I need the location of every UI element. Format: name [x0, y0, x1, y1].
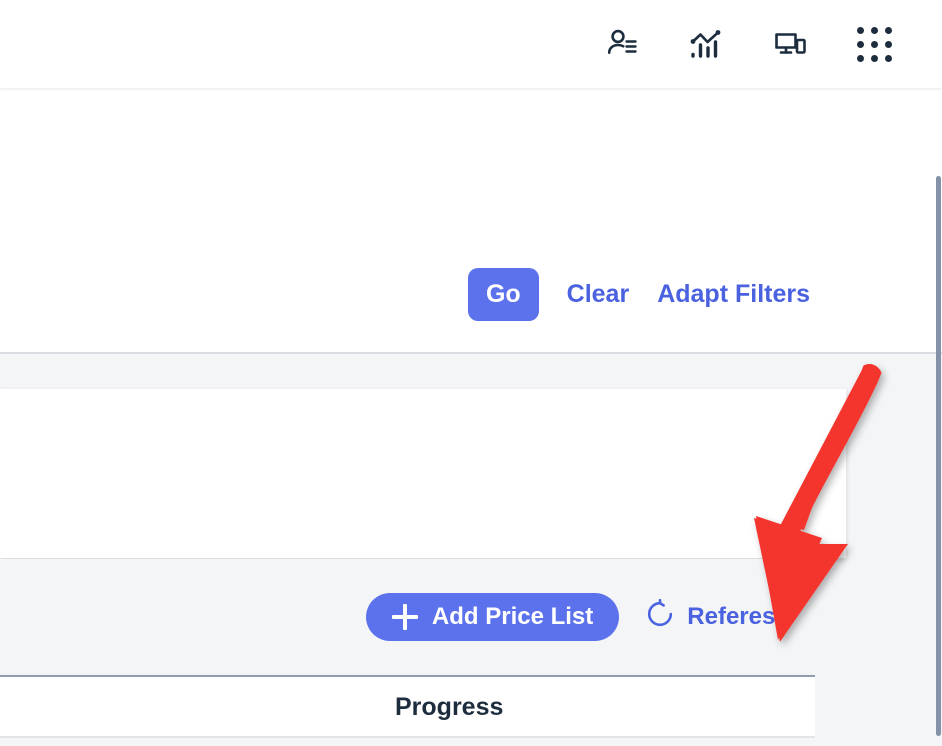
content-card — [0, 389, 846, 558]
devices-icon-button[interactable] — [768, 22, 812, 66]
app-grid-icon — [857, 27, 892, 62]
adapt-filters-button[interactable]: Adapt Filters — [657, 280, 810, 309]
clear-filters-button[interactable]: Clear — [567, 280, 630, 309]
add-price-list-label: Add Price List — [432, 603, 593, 631]
app-grid-icon-button[interactable] — [852, 22, 896, 66]
contacts-icon-button[interactable] — [600, 22, 644, 66]
vertical-scrollbar-thumb[interactable] — [936, 176, 941, 736]
application-root: Go Clear Adapt Filters Add Price List Re… — [0, 0, 942, 746]
refresh-label: Referesh — [687, 603, 790, 631]
filter-action-group: Go Clear Adapt Filters — [0, 268, 810, 321]
refresh-circular-arrow-icon — [645, 599, 675, 636]
vertical-scrollbar-track[interactable] — [932, 88, 942, 746]
table-toolbar: Add Price List Referesh — [0, 559, 815, 675]
devices-icon — [773, 27, 807, 61]
plus-icon — [392, 604, 418, 630]
shell-header — [0, 0, 942, 88]
go-button[interactable]: Go — [468, 268, 539, 321]
shell-action-group — [600, 0, 896, 88]
contacts-icon — [605, 27, 639, 61]
filter-bar-region: Go Clear Adapt Filters — [0, 88, 942, 353]
table-header-row: Progress — [0, 675, 815, 738]
analytics-icon — [689, 27, 723, 61]
column-header-progress[interactable]: Progress — [395, 677, 503, 738]
filter-bar-divider — [0, 352, 942, 354]
refresh-button[interactable]: Referesh — [645, 599, 790, 636]
add-price-list-button[interactable]: Add Price List — [366, 593, 619, 641]
analytics-icon-button[interactable] — [684, 22, 728, 66]
